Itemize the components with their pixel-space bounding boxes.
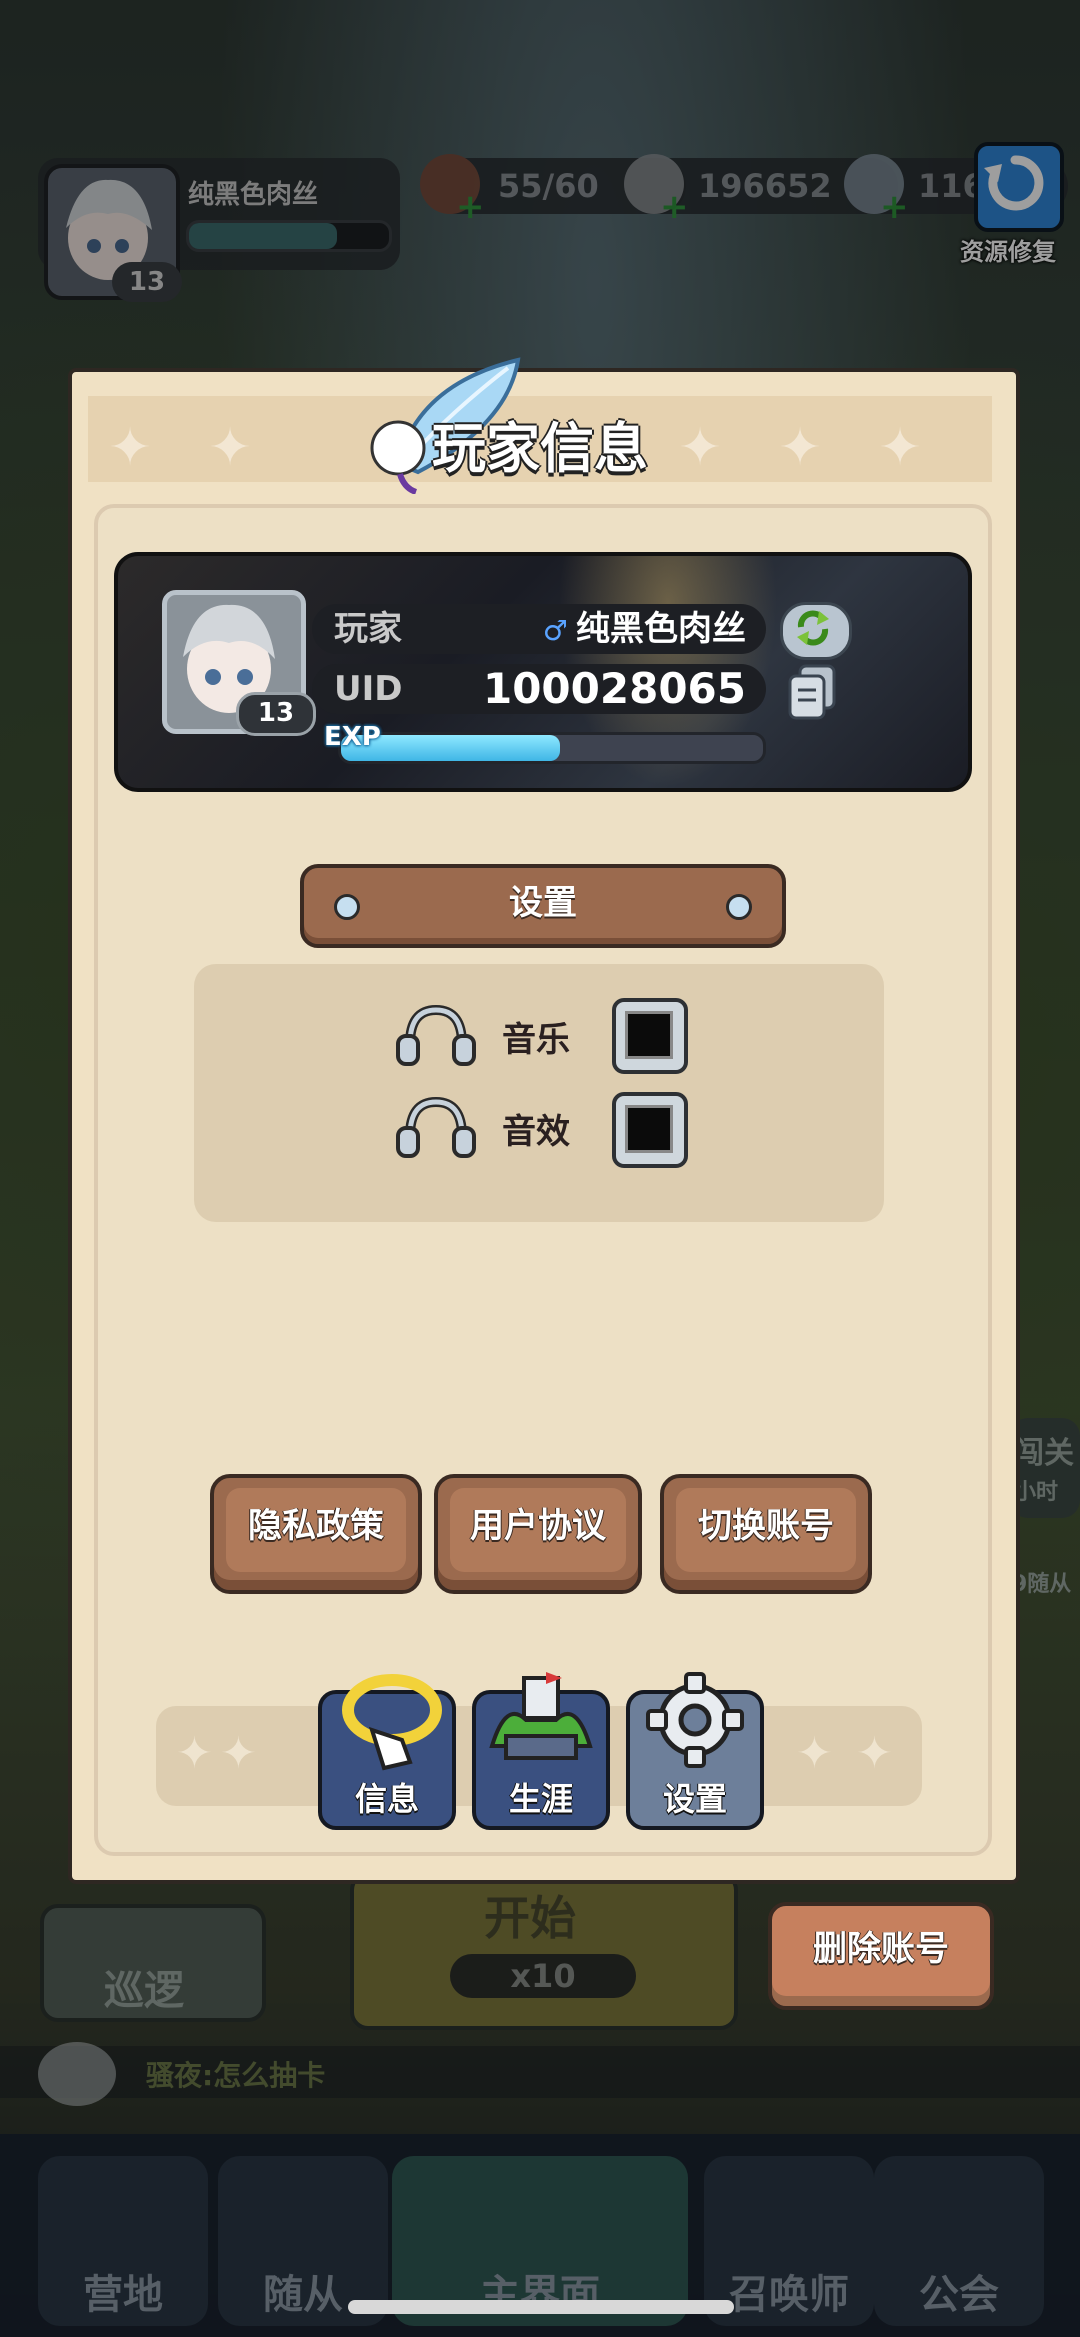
tab-info[interactable]: 信息: [318, 1674, 456, 1830]
uid-row: UID 100028065: [312, 664, 766, 714]
uid-value: 100028065: [482, 664, 746, 713]
tab-settings-label: 设置: [662, 1780, 727, 1818]
checkbox-fill: [625, 1011, 673, 1059]
delete-account-label: 删除账号: [813, 1929, 949, 1969]
privacy-policy-button[interactable]: 隐私政策: [210, 1474, 422, 1594]
sound-effects-label: 音效: [502, 1112, 570, 1152]
switch-account-label: 切换账号: [698, 1506, 834, 1546]
player-name-value: ♂ 纯黑色肉丝: [543, 604, 746, 656]
decor-star-icon: ✦: [796, 1728, 833, 1779]
male-icon: ♂: [542, 614, 568, 647]
decor-star-icon: ✦: [208, 418, 252, 478]
stud-icon: [726, 894, 752, 920]
headphones-icon: [396, 1096, 476, 1158]
decor-star-icon: ✦: [176, 1728, 213, 1779]
decor-star-icon: ✦: [878, 418, 922, 478]
player-name-text: 纯黑色肉丝: [576, 609, 746, 649]
user-agreement-button[interactable]: 用户协议: [434, 1474, 642, 1594]
tab-career[interactable]: 生涯: [472, 1672, 610, 1830]
player-name-row: 玩家 ♂ 纯黑色肉丝: [312, 604, 766, 654]
decor-star-icon: ✦: [220, 1728, 257, 1779]
uid-label: UID: [334, 669, 403, 709]
checkbox-fill: [625, 1105, 673, 1153]
music-checkbox[interactable]: [612, 998, 688, 1074]
privacy-policy-label: 隐私政策: [248, 1506, 384, 1546]
career-icon: [489, 1672, 593, 1760]
info-icon: [342, 1674, 442, 1771]
player-label: 玩家: [334, 609, 402, 649]
tab-info-label: 信息: [354, 1780, 419, 1818]
gear-icon: [646, 1672, 744, 1768]
settings-header: 设置: [300, 864, 786, 948]
headphones-icon: [396, 1004, 476, 1066]
music-label: 音乐: [502, 1020, 570, 1060]
settings-title: 设置: [509, 883, 577, 923]
exp-label: EXP: [324, 722, 381, 752]
tab-career-label: 生涯: [508, 1780, 573, 1818]
switch-account-button[interactable]: 切换账号: [660, 1474, 872, 1594]
home-indicator[interactable]: [348, 2300, 734, 2314]
decor-star-icon: ✦: [778, 418, 822, 478]
decor-star-icon: ✦: [856, 1728, 893, 1779]
exp-bar: [338, 732, 766, 764]
settings-box: [194, 964, 884, 1222]
tab-settings[interactable]: 设置: [626, 1672, 764, 1830]
decor-star-icon: ✦: [678, 418, 722, 478]
copy-icon[interactable]: [786, 664, 838, 722]
player-level-badge: 13: [236, 692, 316, 736]
sound-effects-checkbox[interactable]: [612, 1092, 688, 1168]
swap-icon: [797, 610, 829, 646]
panel-title: 玩家信息: [432, 417, 648, 480]
rename-button[interactable]: [780, 602, 852, 660]
user-agreement-label: 用户协议: [470, 1506, 606, 1546]
decor-star-icon: ✦: [108, 418, 152, 478]
delete-account-button[interactable]: 删除账号: [768, 1902, 994, 2010]
